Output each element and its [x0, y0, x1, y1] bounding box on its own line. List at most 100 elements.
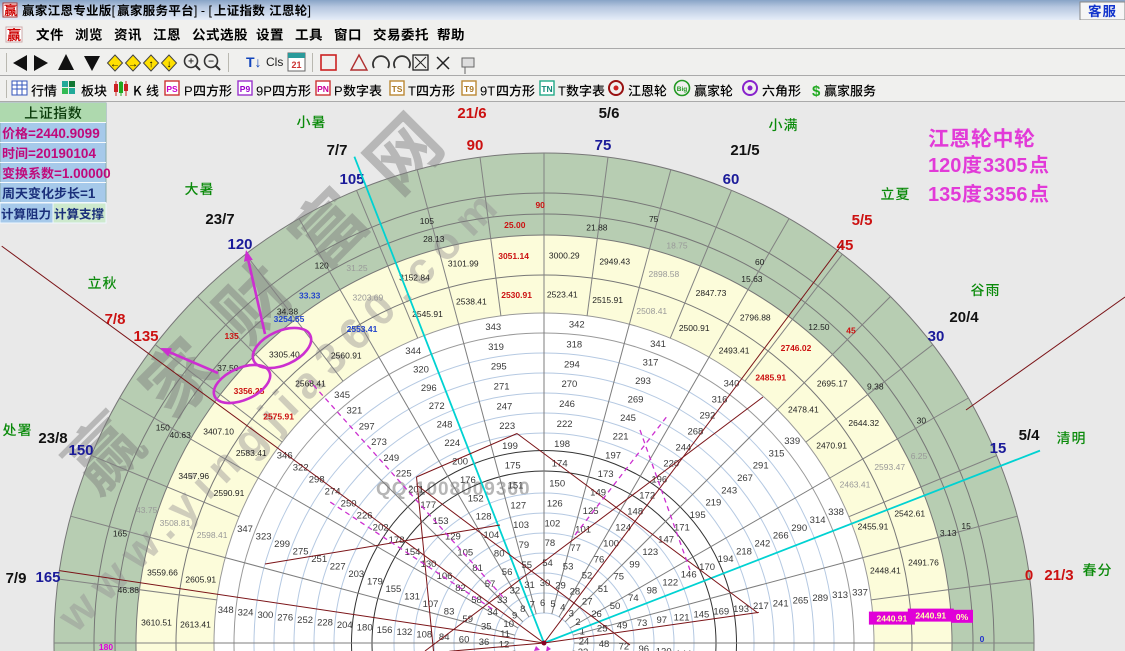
svg-text:323: 323 [256, 532, 272, 543]
svg-text:172: 172 [639, 491, 655, 502]
svg-text:31.25: 31.25 [346, 263, 368, 273]
svg-text:79: 79 [519, 540, 530, 551]
svg-text:74: 74 [628, 593, 639, 604]
svg-text:272: 272 [429, 401, 445, 412]
svg-text:48: 48 [599, 639, 610, 650]
svg-text:TS: TS [392, 84, 403, 94]
svg-text:220: 220 [663, 459, 679, 470]
svg-text:Big: Big [677, 86, 688, 93]
svg-text:T↓: T↓ [246, 54, 262, 70]
svg-text:50: 50 [610, 601, 621, 612]
svg-text:98: 98 [647, 585, 658, 596]
svg-text:267: 267 [737, 473, 753, 484]
svg-text:195: 195 [690, 510, 706, 521]
svg-text:11: 11 [500, 629, 510, 640]
svg-text:289: 289 [812, 593, 828, 604]
svg-text:21: 21 [291, 60, 301, 70]
svg-text:3559.66: 3559.66 [147, 567, 178, 577]
svg-text:135: 135 [928, 184, 961, 206]
svg-text:218: 218 [736, 546, 752, 557]
svg-text:8: 8 [520, 604, 525, 615]
svg-text:15.63: 15.63 [741, 274, 763, 284]
svg-text:30: 30 [928, 328, 945, 345]
svg-text:104: 104 [483, 530, 499, 541]
svg-text:25: 25 [597, 624, 608, 635]
svg-text:↑: ↑ [149, 59, 154, 70]
svg-text:174: 174 [552, 459, 568, 470]
svg-text:2455.91: 2455.91 [858, 522, 889, 532]
svg-text:2440.91: 2440.91 [915, 611, 946, 621]
svg-text:$: $ [812, 83, 821, 100]
svg-text:3407.10: 3407.10 [203, 427, 234, 437]
svg-text:103: 103 [513, 520, 529, 531]
svg-text:244: 244 [675, 443, 691, 454]
svg-text:343: 343 [485, 322, 501, 333]
svg-text:337: 337 [852, 587, 868, 598]
svg-text:318: 318 [566, 340, 582, 351]
svg-text:178: 178 [389, 535, 405, 546]
svg-text:180: 180 [357, 622, 373, 633]
svg-text:193: 193 [733, 604, 749, 615]
svg-text:121: 121 [674, 612, 690, 623]
svg-text:313: 313 [832, 590, 848, 601]
svg-text:26: 26 [591, 609, 602, 620]
svg-text:7/8: 7/8 [105, 311, 126, 328]
svg-text:2470.91: 2470.91 [816, 440, 847, 450]
svg-text:4: 4 [560, 603, 565, 614]
svg-text:3: 3 [569, 609, 574, 620]
svg-text:194: 194 [718, 554, 734, 565]
svg-text:219: 219 [705, 498, 721, 509]
svg-text:265: 265 [793, 596, 809, 607]
svg-text:3101.99: 3101.99 [448, 259, 479, 269]
svg-text:266: 266 [773, 531, 789, 542]
svg-text:55: 55 [521, 560, 532, 571]
svg-text:180: 180 [99, 642, 113, 651]
svg-text:3305.40: 3305.40 [269, 350, 300, 360]
svg-text:320: 320 [413, 364, 429, 375]
svg-text:34: 34 [487, 607, 498, 618]
svg-text:] - [: ] - [ [194, 4, 213, 18]
svg-text:46.88: 46.88 [118, 585, 140, 595]
svg-text:290: 290 [791, 523, 807, 534]
svg-text:57: 57 [485, 579, 496, 590]
svg-text:2847.73: 2847.73 [696, 288, 727, 298]
svg-text:177: 177 [420, 500, 436, 511]
svg-text:176: 176 [460, 475, 476, 486]
svg-text:2440.91: 2440.91 [877, 614, 908, 624]
svg-text:25.00: 25.00 [504, 220, 526, 230]
svg-text:3457.96: 3457.96 [178, 471, 209, 481]
svg-text:245: 245 [620, 413, 636, 424]
svg-text:51: 51 [598, 584, 609, 595]
svg-text:33.33: 33.33 [299, 291, 321, 301]
svg-text:148: 148 [627, 507, 643, 518]
svg-text:6.25: 6.25 [911, 451, 928, 461]
svg-text:2613.41: 2613.41 [180, 620, 211, 630]
svg-text:227: 227 [330, 561, 346, 572]
svg-text:2485.91: 2485.91 [755, 373, 786, 383]
svg-text:130: 130 [421, 559, 437, 570]
svg-text:169: 169 [713, 607, 729, 618]
svg-text:=20190104: =20190104 [28, 146, 96, 161]
svg-text:242: 242 [754, 539, 770, 550]
svg-text:171: 171 [674, 522, 690, 533]
svg-text:199: 199 [502, 441, 518, 452]
svg-text:297: 297 [359, 421, 375, 432]
svg-text:23/7: 23/7 [205, 211, 234, 228]
svg-text:0: 0 [1025, 567, 1033, 584]
svg-text:338: 338 [828, 507, 844, 518]
svg-text:9P: 9P [256, 84, 272, 99]
svg-text:120: 120 [227, 236, 252, 253]
svg-text:294: 294 [564, 359, 580, 370]
svg-text:2695.17: 2695.17 [817, 378, 848, 388]
svg-text:73: 73 [637, 618, 648, 629]
svg-text:2515.91: 2515.91 [592, 295, 623, 305]
svg-text:43.75: 43.75 [136, 505, 158, 515]
svg-text:204: 204 [337, 620, 353, 631]
svg-text:275: 275 [293, 547, 309, 558]
svg-text:120: 120 [928, 155, 961, 177]
svg-text:6: 6 [540, 598, 545, 609]
svg-text:107: 107 [423, 599, 439, 610]
svg-text:127: 127 [510, 500, 526, 511]
svg-text:223: 223 [499, 421, 515, 432]
svg-text:145: 145 [693, 610, 709, 621]
